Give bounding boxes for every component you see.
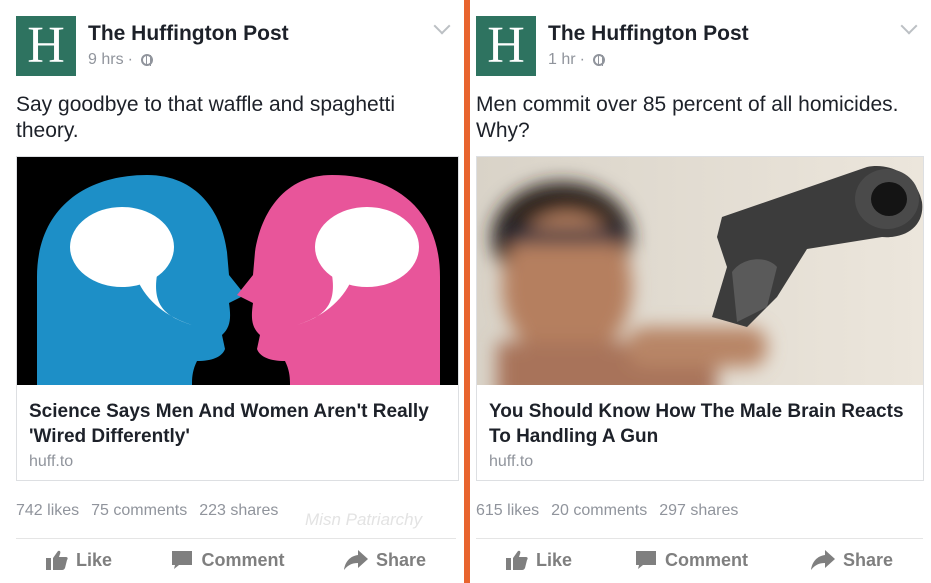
huffington-post-logo[interactable]: H: [16, 16, 76, 76]
likes-count[interactable]: 742 likes: [16, 502, 79, 520]
divider-line: [16, 538, 456, 539]
comment-icon: [635, 551, 656, 569]
link-preview[interactable]: Science Says Men And Women Aren't Really…: [16, 156, 459, 481]
comment-label: Comment: [664, 549, 748, 570]
thumbs-up-icon: [46, 550, 68, 570]
post-card-left: H The Huffington Post 9 hrs · Say goodby…: [0, 0, 464, 583]
gun-photo: [477, 157, 923, 385]
shares-count[interactable]: 223 shares: [199, 502, 278, 520]
post-caption: Men commit over 85 percent of all homici…: [476, 93, 899, 142]
post-time[interactable]: 1 hr: [548, 51, 576, 69]
talking-heads-illustration: [17, 157, 458, 385]
share-icon: [343, 550, 368, 570]
comments-count[interactable]: 20 comments: [551, 502, 647, 520]
action-bar: Like Comment Share: [16, 540, 456, 580]
like-button[interactable]: Like: [506, 550, 572, 571]
comment-button[interactable]: Comment: [171, 549, 285, 571]
share-button[interactable]: Share: [810, 549, 893, 571]
globe-icon: [140, 54, 153, 66]
comments-count[interactable]: 75 comments: [91, 502, 187, 520]
link-preview[interactable]: You Should Know How The Male Brain React…: [476, 156, 924, 481]
watermark-text: Misn Patriarchy: [305, 510, 423, 529]
link-title[interactable]: Science Says Men And Women Aren't Really…: [29, 399, 449, 449]
like-label: Like: [536, 549, 573, 570]
link-image[interactable]: [17, 157, 458, 385]
link-image[interactable]: [477, 157, 923, 385]
action-bar: Like Comment Share: [476, 540, 923, 580]
page-name[interactable]: The Huffington Post: [88, 22, 289, 46]
thumbs-up-icon: [506, 550, 528, 570]
post-stats: 742 likes 75 comments 223 shares: [16, 502, 278, 520]
divider-line: [476, 538, 923, 539]
share-label: Share: [375, 549, 426, 570]
shares-count[interactable]: 297 shares: [659, 502, 738, 520]
post-meta: 9 hrs ·: [88, 51, 153, 69]
link-title[interactable]: You Should Know How The Male Brain React…: [489, 399, 909, 449]
like-label: Like: [76, 549, 113, 570]
link-domain: huff.to: [29, 453, 74, 470]
post-meta: 1 hr ·: [548, 51, 605, 69]
chevron-down-icon[interactable]: [900, 17, 918, 35]
chevron-down-icon[interactable]: [433, 17, 451, 35]
link-domain: huff.to: [489, 453, 534, 470]
post-stats: 615 likes 20 comments 297 shares: [476, 502, 738, 520]
comment-label: Comment: [201, 549, 285, 570]
meta-separator: ·: [579, 51, 585, 68]
huffington-post-logo[interactable]: H: [476, 16, 536, 76]
post-time[interactable]: 9 hrs: [88, 51, 124, 69]
comment-icon: [172, 551, 193, 569]
page-name[interactable]: The Huffington Post: [548, 22, 749, 46]
like-button[interactable]: Like: [46, 550, 112, 571]
globe-icon: [592, 54, 605, 66]
likes-count[interactable]: 615 likes: [476, 502, 539, 520]
comment-button[interactable]: Comment: [635, 550, 748, 571]
share-button[interactable]: Share: [343, 549, 426, 571]
post-caption: Say goodbye to that waffle and spaghetti…: [16, 93, 396, 142]
post-card-right: H The Huffington Post 1 hr · Men commit …: [470, 0, 931, 583]
meta-separator: ·: [127, 51, 133, 68]
share-icon: [810, 550, 835, 570]
share-label: Share: [842, 549, 893, 570]
